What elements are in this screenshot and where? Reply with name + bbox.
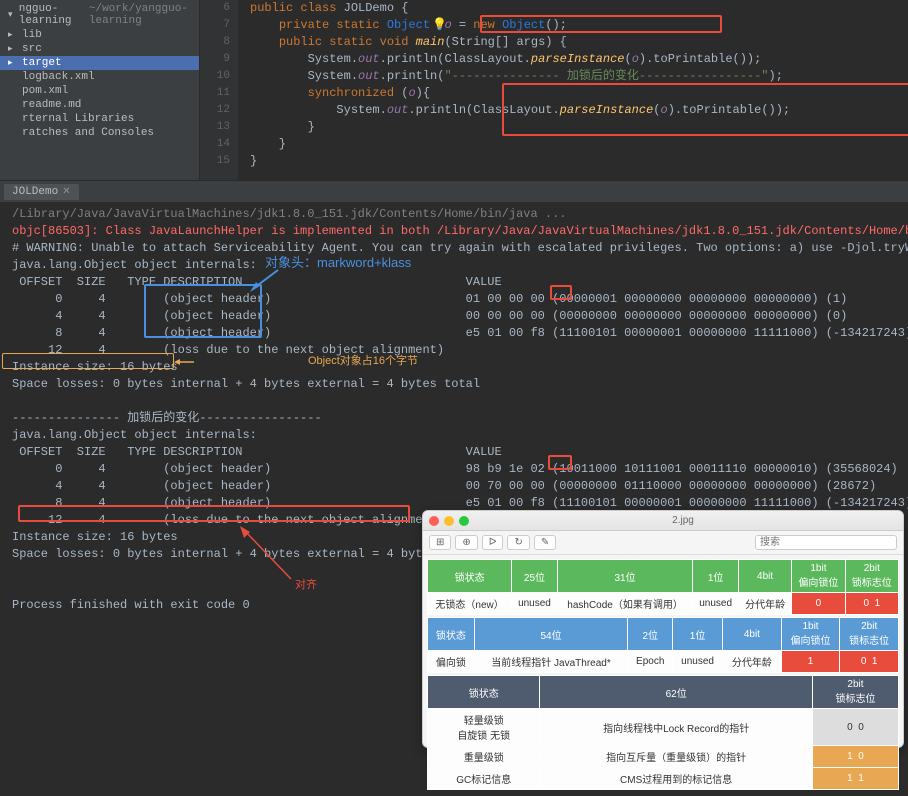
tab-label: JOLDemo — [12, 186, 58, 198]
annotation-text: 对齐 — [295, 577, 317, 594]
code-editor[interactable]: 💡 6789101112131415 public class JOLDemo … — [200, 0, 908, 180]
tree-item[interactable]: readme.md — [0, 98, 199, 112]
console-line: java.lang.Object object internals: — [12, 257, 896, 274]
annotation-box — [548, 455, 572, 470]
annotation-text: 对象头：markword+klass — [265, 254, 411, 271]
gutter: 6789101112131415 — [200, 0, 238, 180]
code-line[interactable]: public static void main(String[] args) { — [250, 34, 790, 51]
tree-item[interactable]: ratches and Consoles — [0, 126, 199, 140]
close-icon[interactable] — [429, 516, 439, 526]
minimize-icon[interactable] — [444, 516, 454, 526]
maximize-icon[interactable] — [459, 516, 469, 526]
window-titlebar[interactable]: 2.jpg — [423, 511, 903, 531]
console-line: --------------- 加锁后的变化----------------- — [12, 410, 896, 427]
run-tab[interactable]: JOLDemo ✕ — [4, 184, 79, 200]
annotation-box — [18, 505, 410, 522]
console-line: 0 4 (object header) 98 b9 1e 02 (1001100… — [12, 461, 896, 478]
annotation-box — [550, 285, 572, 300]
preview-window: 2.jpg ⊞ ⊕ ᐅ ↻ ✎ 锁状态25位31位1位4bit1bit偏向锁位2… — [422, 510, 904, 748]
annotation-box — [480, 15, 722, 33]
toolbar-button[interactable]: ⊕ — [455, 535, 477, 550]
tree-item[interactable]: ▸lib — [0, 28, 199, 42]
close-icon[interactable]: ✕ — [62, 186, 70, 198]
console-line: java.lang.Object object internals: — [12, 427, 896, 444]
search-input[interactable] — [755, 535, 897, 550]
tree-item[interactable]: ▸target — [0, 56, 199, 70]
tree-item[interactable]: rternal Libraries — [0, 112, 199, 126]
annotation-box — [502, 83, 908, 136]
console-line — [12, 393, 896, 410]
preview-content: 锁状态25位31位1位4bit1bit偏向锁位2bit锁标志位无锁态（new）u… — [423, 555, 903, 796]
lock-table: 锁状态54位2位1位4bit1bit偏向锁位2bit锁标志位偏向锁当前线程指针 … — [427, 617, 899, 673]
code-line[interactable]: } — [250, 153, 790, 170]
preview-toolbar: ⊞ ⊕ ᐅ ↻ ✎ — [423, 531, 903, 555]
annotation-text: Object对象占16个字节 — [308, 353, 418, 370]
console-line: OFFSET SIZE TYPE DESCRIPTION VALUE — [12, 444, 896, 461]
console-line: Space losses: 0 bytes internal + 4 bytes… — [12, 376, 896, 393]
console-line: # WARNING: Unable to attach Serviceabili… — [12, 240, 896, 257]
annotation-box — [144, 284, 262, 338]
tree-item[interactable]: logback.xml — [0, 70, 199, 84]
console-line: /Library/Java/JavaVirtualMachines/jdk1.8… — [12, 206, 896, 223]
toolbar-button[interactable]: ↻ — [507, 535, 529, 550]
window-title: 2.jpg — [469, 515, 897, 526]
chevron-down-icon: ▾ — [8, 10, 15, 20]
annotation-box — [2, 353, 174, 369]
tree-item[interactable]: ▸src — [0, 42, 199, 56]
toolbar-button[interactable]: ✎ — [534, 535, 556, 550]
toolbar-button[interactable]: ᐅ — [482, 535, 504, 550]
arrow-icon — [236, 524, 296, 584]
arrow-icon — [174, 357, 196, 367]
code-line[interactable]: } — [250, 136, 790, 153]
project-root[interactable]: ▾ ngguo-learning ~/work/yangguo-learning — [0, 2, 199, 28]
code-line[interactable]: System.out.println(ClassLayout.parseInst… — [250, 51, 790, 68]
console-line: 4 4 (object header) 00 70 00 00 (0000000… — [12, 478, 896, 495]
project-tree[interactable]: ▾ ngguo-learning ~/work/yangguo-learning… — [0, 0, 200, 180]
lock-table: 锁状态62位2bit锁标志位轻量级锁自旋锁 无锁指向线程栈中Lock Recor… — [427, 675, 899, 790]
lock-table: 锁状态25位31位1位4bit1bit偏向锁位2bit锁标志位无锁态（new）u… — [427, 559, 899, 615]
run-tab-bar: JOLDemo ✕ — [0, 180, 908, 202]
console-line: objc[86503]: Class JavaLaunchHelper is i… — [12, 223, 896, 240]
toolbar-button[interactable]: ⊞ — [429, 535, 451, 550]
tree-item[interactable]: pom.xml — [0, 84, 199, 98]
